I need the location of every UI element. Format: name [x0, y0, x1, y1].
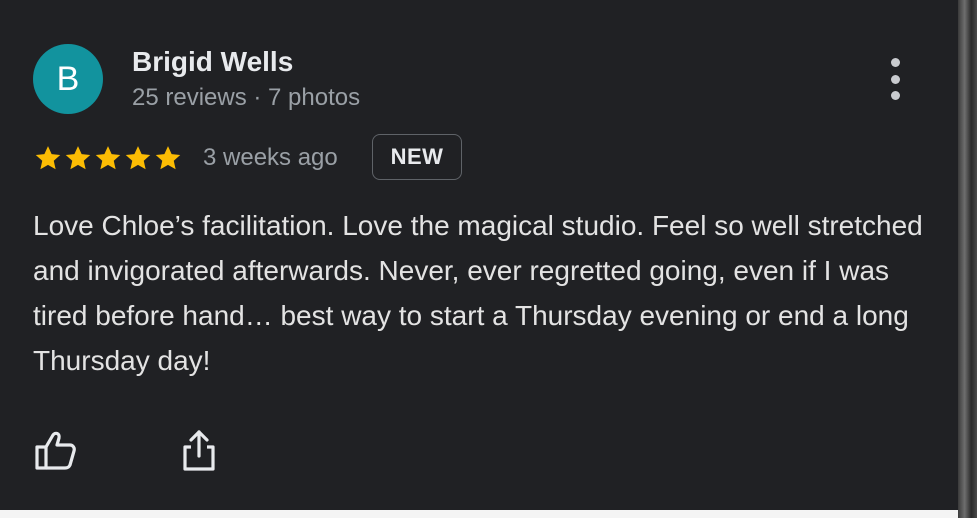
review-text: Love Chloe’s facilitation. Love the magi…	[33, 210, 923, 376]
thumbs-up-icon	[35, 431, 76, 470]
reviewer-meta: 25 reviews · 7 photos	[132, 84, 361, 111]
new-badge: NEW	[372, 134, 462, 180]
avatar-letter: B	[56, 59, 80, 98]
like-button[interactable]	[33, 428, 79, 474]
more-options-button[interactable]	[878, 58, 912, 100]
star-rating	[33, 140, 183, 176]
review-time: 3 weeks ago	[203, 144, 338, 171]
reviewer-name[interactable]: Brigid Wells	[132, 46, 293, 78]
background-edge-bottom	[0, 510, 958, 518]
review-card: B Brigid Wells 25 reviews · 7 photos 3 w…	[0, 0, 958, 510]
star-icon	[93, 140, 123, 176]
star-icon	[123, 140, 153, 176]
more-vert-icon-dot	[890, 91, 900, 100]
more-vert-icon	[890, 58, 900, 67]
star-icon	[63, 140, 93, 176]
share-icon	[183, 430, 215, 471]
background-edge	[958, 0, 977, 518]
avatar[interactable]: B	[33, 44, 103, 114]
share-button[interactable]	[178, 428, 220, 474]
star-icon	[153, 140, 183, 176]
more-vert-icon-dot	[890, 74, 900, 84]
star-icon	[33, 140, 63, 176]
